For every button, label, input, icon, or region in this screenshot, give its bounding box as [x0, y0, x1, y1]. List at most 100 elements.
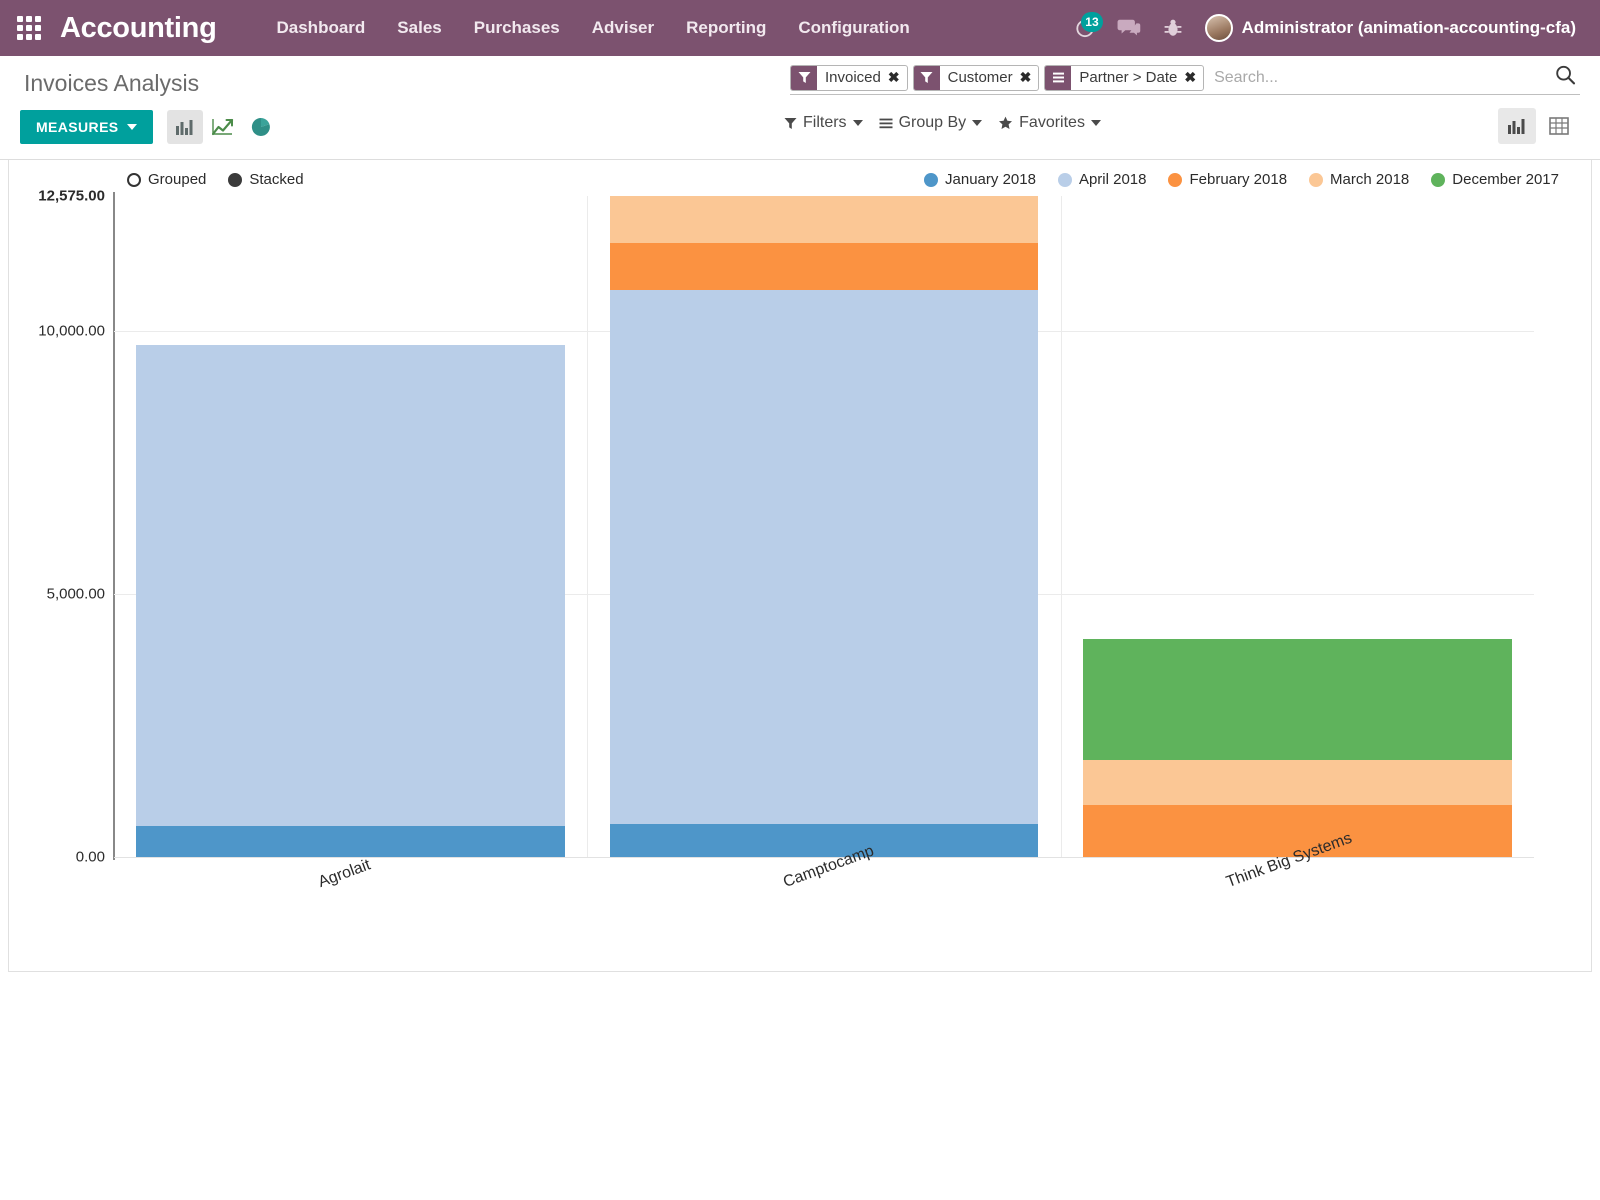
bar-chart-icon [175, 118, 195, 136]
bar-segment[interactable] [136, 826, 564, 857]
menu-item-adviser[interactable]: Adviser [576, 10, 670, 46]
facet-partner-date-label: Partner > Date ✖ [1071, 66, 1203, 90]
legend-item[interactable]: December 2017 [1431, 171, 1559, 188]
menu-item-configuration[interactable]: Configuration [782, 10, 925, 46]
legend-label: December 2017 [1452, 171, 1559, 188]
legend-item[interactable]: March 2018 [1309, 171, 1409, 188]
legend-label: February 2018 [1189, 171, 1287, 188]
menu-item-purchases[interactable]: Purchases [458, 10, 576, 46]
line-chart-icon [212, 118, 234, 136]
legend-swatch-icon [1309, 173, 1323, 187]
bar-segment[interactable] [610, 196, 1038, 243]
y-axis-tick-label: 12,575.00 [38, 188, 105, 205]
bar-segment[interactable] [610, 290, 1038, 824]
y-axis-tick-label: 0.00 [76, 849, 105, 866]
chevron-down-icon [853, 120, 863, 126]
favorites-dropdown[interactable]: Favorites [998, 114, 1101, 132]
mode-grouped-radio[interactable]: Grouped [127, 171, 206, 188]
facet-remove-icon[interactable]: ✖ [1184, 69, 1196, 86]
bar-segment[interactable] [136, 345, 564, 826]
apps-grid-icon[interactable] [14, 13, 44, 43]
facet-customer-label: Customer ✖ [940, 66, 1039, 90]
line-chart-button[interactable] [205, 110, 241, 144]
facet-partner-date[interactable]: Partner > Date ✖ [1044, 65, 1204, 91]
filters-dropdown[interactable]: Filters [784, 114, 863, 132]
debug-button[interactable] [1151, 8, 1195, 48]
bar-group[interactable] [136, 196, 564, 857]
facet-customer[interactable]: Customer ✖ [913, 65, 1040, 91]
top-navbar: Accounting Dashboard Sales Purchases Adv… [0, 0, 1600, 56]
chart-top-controls: Grouped Stacked January 2018 April 2018 Fe… [9, 168, 1591, 198]
group-by-icon [879, 117, 893, 130]
pie-chart-icon [251, 117, 271, 137]
legend-item[interactable]: April 2018 [1058, 171, 1147, 188]
mode-stacked-radio[interactable]: Stacked [228, 171, 303, 188]
odoo-accounting-app: Accounting Dashboard Sales Purchases Adv… [0, 0, 1600, 1200]
bar-group[interactable] [610, 196, 1038, 857]
filter-icon [791, 66, 817, 90]
y-axis-ticks: 12,575.0010,000.005,000.000.00 [9, 196, 105, 857]
facet-remove-icon[interactable]: ✖ [888, 69, 900, 86]
graph-view-icon [1507, 117, 1527, 135]
activity-menu-button[interactable]: 13 [1063, 8, 1107, 48]
bar-segment[interactable] [610, 243, 1038, 290]
search-input[interactable] [1204, 67, 1546, 89]
graph-view-container: Grouped Stacked January 2018 April 2018 Fe… [8, 160, 1592, 972]
activity-count-badge: 13 [1081, 12, 1102, 32]
group-by-dropdown[interactable]: Group By [879, 114, 983, 132]
filters-label: Filters [803, 114, 847, 132]
chart-type-button-group [167, 110, 279, 144]
star-icon [998, 116, 1013, 130]
menu-item-sales[interactable]: Sales [381, 10, 457, 46]
search-bar: Invoiced ✖ Customer ✖ [790, 64, 1580, 95]
user-menu[interactable]: Administrator (animation-accounting-cfa) [1195, 10, 1582, 46]
y-axis-tick-label: 10,000.00 [38, 323, 105, 340]
menu-item-reporting[interactable]: Reporting [670, 10, 782, 46]
legend-swatch-icon [1058, 173, 1072, 187]
facet-invoiced[interactable]: Invoiced ✖ [790, 65, 908, 91]
chevron-down-icon [972, 120, 982, 126]
app-brand-title[interactable]: Accounting [60, 12, 217, 45]
bug-icon [1164, 17, 1182, 39]
pie-chart-button[interactable] [243, 110, 279, 144]
page-title: Invoices Analysis [24, 70, 199, 97]
control-panel: Invoices Analysis MEASURES [0, 56, 1600, 160]
chart-legend: January 2018 April 2018 February 2018 March… [924, 171, 1559, 188]
measures-button[interactable]: MEASURES [20, 110, 153, 144]
measures-button-label: MEASURES [36, 119, 119, 135]
favorites-label: Favorites [1019, 114, 1085, 132]
messages-button[interactable] [1107, 8, 1151, 48]
legend-swatch-icon [1431, 173, 1445, 187]
y-axis-tick-label: 5,000.00 [47, 586, 105, 603]
category-separator [587, 196, 588, 857]
legend-label: April 2018 [1079, 171, 1147, 188]
chat-bubble-icon [1117, 17, 1141, 39]
chevron-down-icon [127, 124, 137, 130]
bar-group[interactable] [1083, 196, 1511, 857]
x-axis-label: Agrolait [316, 856, 373, 891]
legend-label: January 2018 [945, 171, 1036, 188]
legend-item[interactable]: February 2018 [1168, 171, 1287, 188]
search-icon[interactable] [1546, 64, 1580, 91]
bar-segment[interactable] [1083, 760, 1511, 805]
mode-stacked-label: Stacked [249, 171, 303, 188]
menu-item-dashboard[interactable]: Dashboard [261, 10, 382, 46]
view-switcher [1498, 108, 1578, 144]
filter-icon [914, 66, 940, 90]
pivot-view-button[interactable] [1540, 108, 1578, 144]
facet-text: Customer [948, 69, 1013, 86]
bar-segment[interactable] [1083, 639, 1511, 760]
facet-remove-icon[interactable]: ✖ [1020, 69, 1032, 86]
graph-view-button[interactable] [1498, 108, 1536, 144]
category-separator [1061, 196, 1062, 857]
stack-mode-radios: Grouped Stacked [127, 171, 304, 188]
legend-item[interactable]: January 2018 [924, 171, 1036, 188]
facet-text: Invoiced [825, 69, 881, 86]
bar-chart-button[interactable] [167, 110, 203, 144]
group-by-label: Group By [899, 114, 967, 132]
x-axis-labels: AgrolaitCamptocampThink Big Systems [114, 865, 1534, 945]
bar-segment[interactable] [610, 824, 1038, 857]
legend-swatch-icon [1168, 173, 1182, 187]
legend-swatch-icon [924, 173, 938, 187]
main-menu: Dashboard Sales Purchases Adviser Report… [261, 10, 926, 46]
